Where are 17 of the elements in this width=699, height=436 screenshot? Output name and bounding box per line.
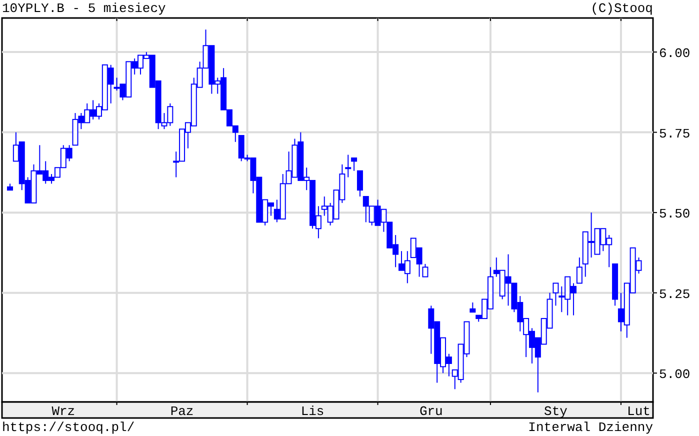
candlestick	[7, 183, 13, 191]
month-label: Sty	[544, 404, 568, 419]
month-label: Lut	[627, 404, 650, 419]
interval-text: Interwal Dzienny	[528, 419, 653, 436]
month-label: Paz	[170, 404, 194, 419]
y-tick-label: 5.75	[659, 126, 690, 142]
chart-title: 10YPLY.B - 5 miesiecy	[2, 0, 166, 17]
source-link[interactable]: https://stooq.pl/	[2, 419, 135, 436]
copyright-text: (C)Stooq	[590, 0, 653, 17]
y-tick-label: 5.25	[659, 286, 690, 302]
y-tick-label: 6.00	[659, 46, 690, 62]
month-label: Lis	[300, 404, 324, 419]
y-tick-label: 5.00	[659, 367, 690, 382]
candlestick	[470, 302, 476, 313]
month-label: Wrz	[52, 404, 76, 419]
y-tick-label: 5.50	[659, 206, 690, 222]
month-label: Gru	[419, 404, 443, 419]
